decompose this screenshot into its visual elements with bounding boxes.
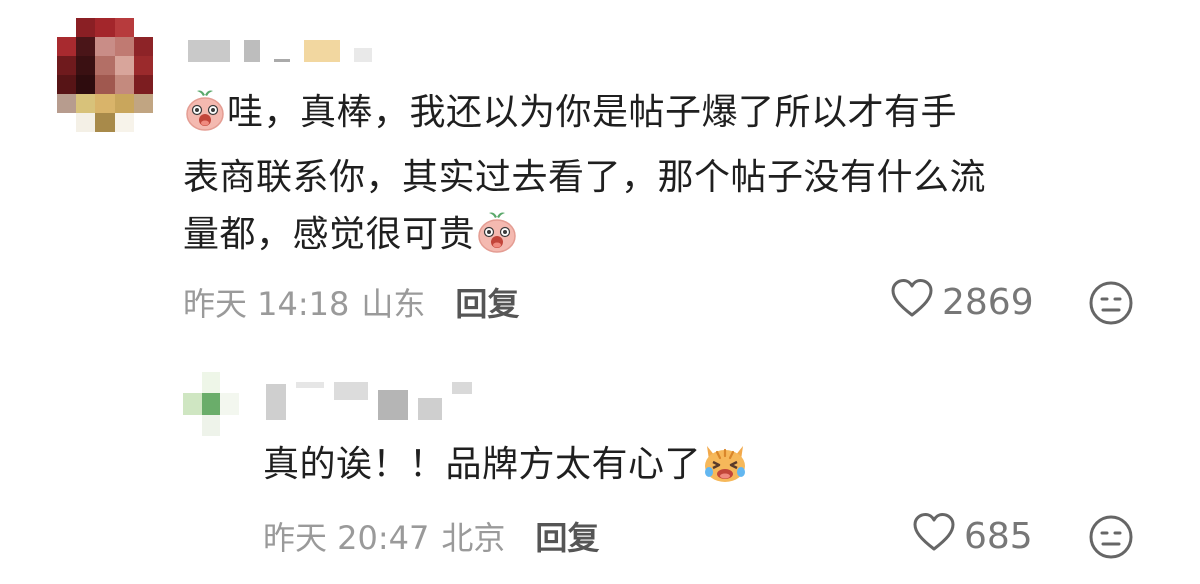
username-blurred[interactable] [188, 26, 372, 62]
like-button[interactable]: 2869 [890, 278, 1034, 327]
reply-line: 真的诶！！品牌方太有心了 [263, 436, 749, 501]
reply-line-text: 真的诶！！品牌方太有心了 [263, 444, 702, 485]
like-count: 2869 [942, 281, 1034, 323]
reply-like-button[interactable]: 685 [912, 512, 1033, 561]
reply-button[interactable]: 回复 [455, 279, 519, 325]
reply-username-blurred[interactable] [266, 382, 472, 420]
comment-line-1-text: 哇，真棒，我还以为你是帖子爆了所以才有手 [227, 92, 958, 133]
comment-line-3: 量都，感觉很可贵 [183, 206, 986, 271]
dislike-button[interactable] [1088, 280, 1134, 326]
comment-meta: 昨天 14:18 山东 回复 [183, 280, 519, 324]
reply-reply-button[interactable]: 回复 [535, 513, 599, 559]
reply-timestamp: 昨天 20:47 [263, 519, 430, 557]
onion-face-icon [475, 210, 519, 271]
comment-text: 哇，真棒，我还以为你是帖子爆了所以才有手 表商联系你，其实过去看了，那个帖子没有… [183, 84, 986, 271]
neutral-face-icon [1088, 515, 1134, 564]
heart-outline-icon [890, 278, 934, 327]
onion-face-icon [183, 88, 227, 149]
comment-line-2: 表商联系你，其实过去看了，那个帖子没有什么流 [183, 157, 987, 198]
reply-text: 真的诶！！品牌方太有心了 [263, 436, 749, 501]
crying-cat-icon [701, 438, 749, 501]
neutral-face-icon [1088, 281, 1134, 330]
reply-avatar[interactable] [183, 372, 239, 436]
comment-thread: 哇，真棒，我还以为你是帖子爆了所以才有手 表商联系你，其实过去看了，那个帖子没有… [0, 0, 1200, 584]
comment-line-3-text: 量都，感觉很可贵 [183, 214, 476, 255]
avatar[interactable] [57, 18, 153, 132]
reply-meta: 昨天 20:47 北京 回复 [263, 514, 599, 558]
reply-like-count: 685 [964, 515, 1033, 557]
reply-dislike-button[interactable] [1088, 514, 1134, 560]
reply-location: 北京 [441, 519, 506, 557]
location: 山东 [361, 285, 426, 323]
comment-line-1: 哇，真棒，我还以为你是帖子爆了所以才有手 [183, 84, 986, 149]
timestamp: 昨天 14:18 [183, 285, 350, 323]
heart-outline-icon [912, 512, 956, 561]
